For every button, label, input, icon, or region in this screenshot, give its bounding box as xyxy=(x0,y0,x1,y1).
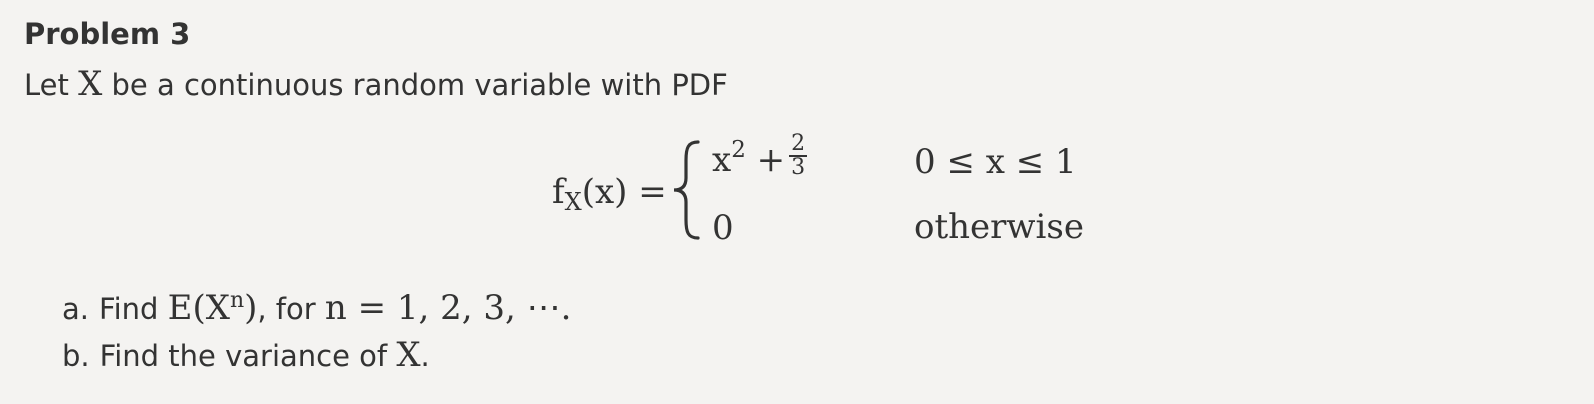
pdf-lhs-arg: (x) = xyxy=(581,172,667,212)
pdf-case2-condition: otherwise xyxy=(914,207,1084,247)
intro-variable: X xyxy=(78,64,103,104)
question-b-variable: X xyxy=(396,335,421,375)
fraction-numerator: 2 xyxy=(789,131,808,157)
question-a: a. Find E(Xn), for n = 1, 2, 3, ⋯. xyxy=(62,288,571,328)
intro-suffix: be a continuous random variable with PDF xyxy=(111,68,728,102)
case1-fraction: 23 xyxy=(789,131,808,180)
case1-base: x xyxy=(712,140,732,180)
pdf-case1-condition: 0 ≤ x ≤ 1 xyxy=(914,142,1077,182)
question-b-end: . xyxy=(420,339,430,373)
case1-plus: + xyxy=(756,140,786,180)
question-a-label: a. xyxy=(62,292,89,326)
pdf-case2-value: 0 xyxy=(712,208,734,248)
question-a-middle: , for xyxy=(257,292,316,326)
question-a-range: n = 1, 2, 3, ⋯. xyxy=(324,288,572,328)
question-a-prefix: Find xyxy=(99,292,159,326)
pdf-lhs: fX(x) = xyxy=(552,172,667,214)
question-a-expression: E(Xn) xyxy=(168,288,258,328)
expectation-exponent: n xyxy=(229,288,245,313)
pdf-case1-expression: x2 +2 3 xyxy=(712,133,808,185)
intro-prefix: Let xyxy=(24,68,69,102)
pdf-lhs-func: f xyxy=(552,172,565,212)
problem-intro: Let X be a continuous random variable wi… xyxy=(24,64,728,104)
pdf-lhs-subscript: X xyxy=(564,188,582,216)
question-b: b. Find the variance of X. xyxy=(62,335,430,375)
problem-title: Problem 3 xyxy=(24,17,191,51)
case1-exponent: 2 xyxy=(731,137,746,163)
expectation-base: E(X xyxy=(167,288,230,328)
fraction-denominator: 3 xyxy=(791,155,806,180)
question-b-label: b. xyxy=(62,339,90,373)
left-brace-icon xyxy=(673,140,700,240)
question-b-prefix: Find the variance of xyxy=(99,339,388,373)
problem-page: Problem 3 Let X be a continuous random v… xyxy=(0,0,1594,404)
expectation-close: ) xyxy=(244,288,258,328)
